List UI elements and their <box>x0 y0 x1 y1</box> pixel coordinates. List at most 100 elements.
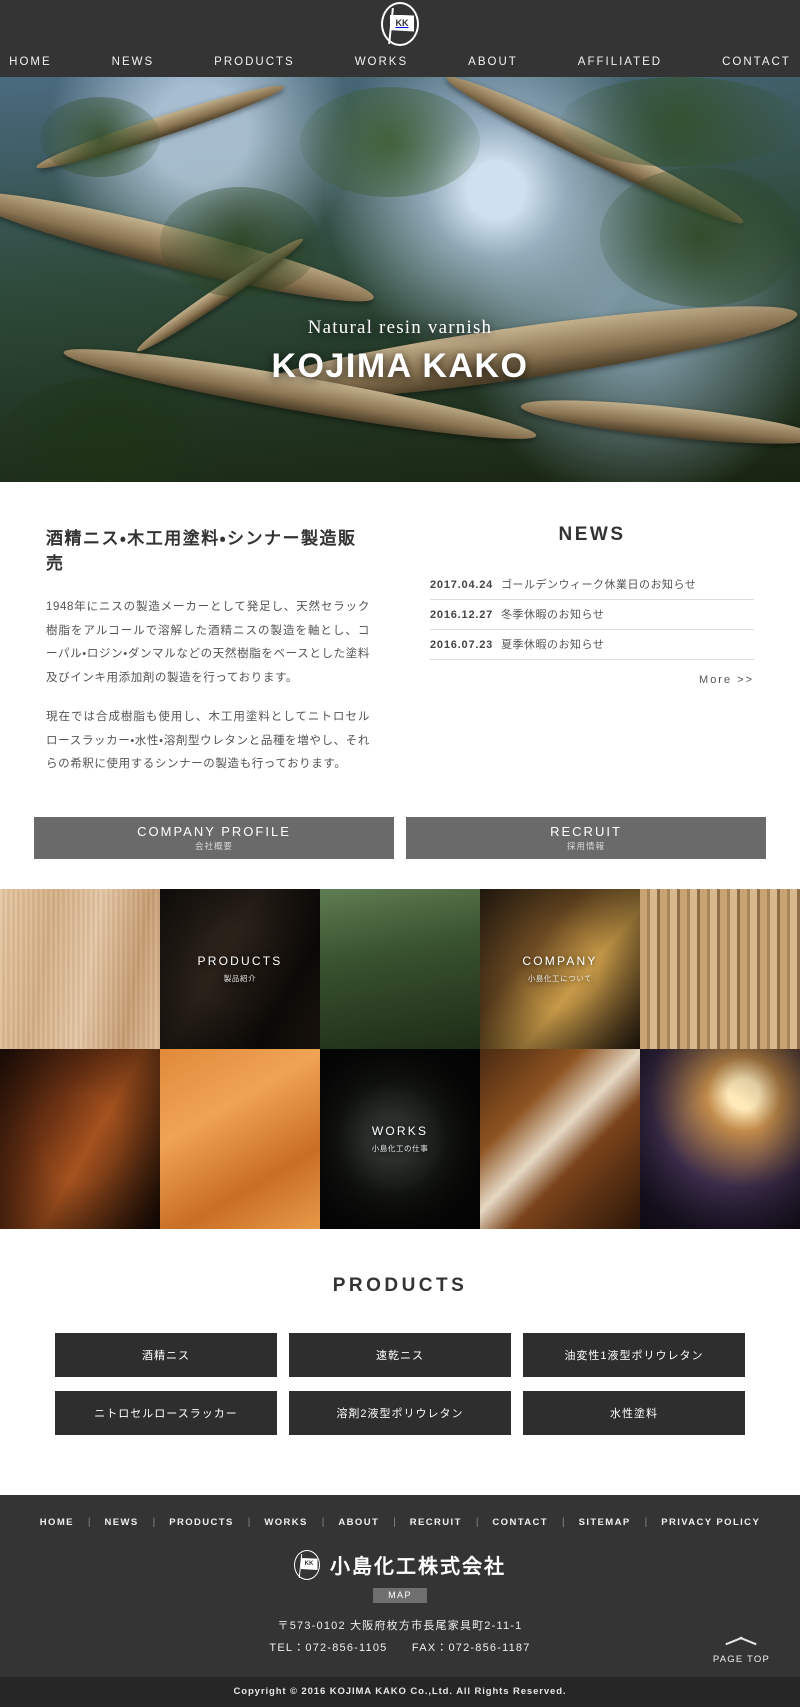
company-profile-label: COMPANY PROFILE <box>137 823 291 839</box>
footer-link-about[interactable]: ABOUT <box>324 1517 393 1528</box>
hero-foliage <box>40 97 160 177</box>
recruit-label: RECRUIT <box>550 823 622 839</box>
tile-curved-wood[interactable] <box>480 1048 640 1229</box>
tile-products[interactable]: PRODUCTS 製品紹介 <box>160 888 320 1049</box>
news-item[interactable]: 2016.12.27 冬季休暇のお知らせ <box>430 600 754 630</box>
news-item-date: 2016.12.27 <box>430 609 494 621</box>
tile-company[interactable]: COMPANY 小島化工について <box>480 888 640 1049</box>
news-heading: NEWS <box>558 524 626 545</box>
tile-caption: WORKS 小島化工の仕事 <box>372 1124 429 1154</box>
company-profile-sublabel: 会社概要 <box>194 840 233 851</box>
tile-caption-title: WORKS <box>371 1123 429 1138</box>
hero-text-block: Natural resin varnish KOJIMA KAKO <box>0 317 800 386</box>
tile-caption: COMPANY 小島化工について <box>522 954 597 984</box>
news-item-title: ゴールデンウィーク休業日のお知らせ <box>501 579 697 591</box>
recruit-button[interactable]: RECRUIT 採用情報 <box>406 816 766 859</box>
photo-tile-grid: PRODUCTS 製品紹介 COMPANY 小島化工について WORKS 小島化… <box>0 888 800 1229</box>
news-column: NEWS 2017.04.24 ゴールデンウィーク休業日のお知らせ 2016.1… <box>400 524 800 793</box>
footer-link-news[interactable]: NEWS <box>91 1517 153 1528</box>
chevron-up-icon <box>722 1633 760 1647</box>
news-item-title: 夏季休暇のお知らせ <box>501 639 605 651</box>
tile-caption-title: PRODUCTS <box>197 953 283 968</box>
product-button-nitrocellulose[interactable]: ニトロセルロースラッカー <box>55 1390 277 1435</box>
page-top-label: PAGE TOP <box>712 1653 770 1665</box>
news-list: 2017.04.24 ゴールデンウィーク休業日のお知らせ 2016.12.27 … <box>430 570 754 660</box>
news-item[interactable]: 2017.04.24 ゴールデンウィーク休業日のお知らせ <box>430 570 754 600</box>
tile-dining-table[interactable] <box>160 1048 320 1229</box>
hero-banner: Natural resin varnish KOJIMA KAKO <box>0 77 800 482</box>
logo-oval-shape: KK <box>381 2 419 46</box>
nav-item-works[interactable]: WORKS <box>325 56 438 68</box>
nav-item-affiliated[interactable]: AFFILIATED <box>548 56 692 68</box>
hero-subtitle: Natural resin varnish <box>307 317 493 338</box>
cta-button-row: COMPANY PROFILE 会社概要 RECRUIT 採用情報 <box>0 816 800 889</box>
footer-link-products[interactable]: PRODUCTS <box>155 1517 248 1528</box>
tile-caption-sub: 製品紹介 <box>223 973 257 983</box>
tile-violins[interactable] <box>0 1048 160 1229</box>
tile-wood-fence[interactable] <box>640 888 800 1049</box>
tile-lamp[interactable] <box>640 1048 800 1229</box>
footer-phone-fax: TEL：072-856-1105 FAX：072-856-1187 <box>269 1641 531 1654</box>
footer-navigation: HOME | NEWS | PRODUCTS | WORKS | ABOUT |… <box>0 1517 800 1528</box>
footer-link-recruit[interactable]: RECRUIT <box>396 1517 476 1528</box>
product-button-shusei-nisu[interactable]: 酒精ニス <box>55 1332 277 1377</box>
page-top-button[interactable]: PAGE TOP <box>713 1633 770 1667</box>
footer-company-name: 小島化工株式会社 <box>330 1556 506 1579</box>
footer-link-works[interactable]: WORKS <box>250 1517 321 1528</box>
footer-logo-flag-icon: KK <box>300 1557 318 1570</box>
nav-item-contact[interactable]: CONTACT <box>692 56 800 68</box>
footer-address: 〒573-0102 大阪府枚方市長尾家具町2-11-1 <box>277 1619 523 1632</box>
footer-address-block: 〒573-0102 大阪府枚方市長尾家具町2-11-1 TEL：072-856-… <box>0 1615 800 1659</box>
products-button-grid: 酒精ニス 速乾ニス 油変性1液型ポリウレタン ニトロセルロースラッカー 溶剤2液… <box>0 1332 800 1435</box>
products-heading: PRODUCTS <box>332 1274 468 1296</box>
map-button[interactable]: MAP <box>373 1587 427 1603</box>
kojima-kako-logo[interactable]: KK <box>378 2 422 46</box>
intro-column: 酒精ニス・木工用塗料・シンナー製造販売 1948年にニスの製造メーカーとして発足… <box>0 524 400 793</box>
main-navigation: HOME NEWS PRODUCTS WORKS ABOUT AFFILIATE… <box>0 47 800 77</box>
page-root: KK HOME NEWS PRODUCTS WORKS ABOUT AFFILI… <box>0 0 800 1707</box>
tile-caption: PRODUCTS 製品紹介 <box>198 954 283 984</box>
hero-foliage <box>560 77 800 167</box>
product-button-sokkan-nisu[interactable]: 速乾ニス <box>289 1332 511 1377</box>
logo-flag-icon: KK <box>390 14 414 32</box>
site-header: KK HOME NEWS PRODUCTS WORKS ABOUT AFFILI… <box>0 0 800 77</box>
hero-foliage <box>600 167 800 307</box>
news-item-date: 2016.07.23 <box>430 639 494 651</box>
hero-foliage <box>300 87 480 197</box>
footer-link-sitemap[interactable]: SITEMAP <box>565 1517 645 1528</box>
products-section: PRODUCTS 酒精ニス 速乾ニス 油変性1液型ポリウレタン ニトロセルロース… <box>0 1228 800 1495</box>
tile-caption-title: COMPANY <box>522 953 598 968</box>
news-item-date: 2017.04.24 <box>430 579 494 591</box>
news-item-title: 冬季休暇のお知らせ <box>501 609 605 621</box>
news-item[interactable]: 2016.07.23 夏季休暇のお知らせ <box>430 630 754 660</box>
hero-foliage <box>160 187 320 297</box>
product-button-1liquid-urethane[interactable]: 油変性1液型ポリウレタン <box>523 1332 745 1377</box>
news-more-link[interactable]: More >> <box>430 674 754 686</box>
footer-link-privacy-policy[interactable]: PRIVACY POLICY <box>647 1517 774 1528</box>
intro-paragraph-2: 現在では合成樹脂も使用し、木工用塗料としてニトロセルロースラッカー・水性・溶剤型… <box>46 711 370 771</box>
product-button-2liquid-urethane[interactable]: 溶剤2液型ポリウレタン <box>289 1390 511 1435</box>
copyright-bar: Copyright © 2016 KOJIMA KAKO Co.,Ltd. Al… <box>0 1676 800 1707</box>
nav-item-products[interactable]: PRODUCTS <box>184 56 325 68</box>
intro-news-section: 酒精ニス・木工用塗料・シンナー製造販売 1948年にニスの製造メーカーとして発足… <box>0 482 800 845</box>
tile-caption-sub: 小島化工の仕事 <box>371 1143 429 1153</box>
hero-background-image <box>0 77 800 482</box>
intro-paragraph-1: 1948年にニスの製造メーカーとして発足し、天然セラック樹脂をアルコールで溶解し… <box>46 601 370 684</box>
hero-title: KOJIMA KAKO <box>271 347 529 385</box>
company-profile-button[interactable]: COMPANY PROFILE 会社概要 <box>34 816 394 859</box>
footer-logo-icon: KK <box>294 1549 320 1580</box>
footer-link-contact[interactable]: CONTACT <box>478 1517 562 1528</box>
site-footer: HOME | NEWS | PRODUCTS | WORKS | ABOUT |… <box>0 1494 800 1707</box>
tile-wood-plank[interactable] <box>0 888 160 1049</box>
nav-item-home[interactable]: HOME <box>0 56 82 68</box>
tile-caption-sub: 小島化工について <box>527 973 593 983</box>
footer-link-home[interactable]: HOME <box>26 1517 88 1528</box>
intro-heading: 酒精ニス・木工用塗料・シンナー製造販売 <box>46 529 357 573</box>
nav-item-about[interactable]: ABOUT <box>438 56 548 68</box>
recruit-sublabel: 採用情報 <box>566 840 605 851</box>
footer-brand: KK 小島化工株式会社 <box>0 1549 800 1580</box>
nav-item-news[interactable]: NEWS <box>82 56 185 68</box>
tile-banyan-tree[interactable] <box>320 888 480 1049</box>
product-button-waterborne-paint[interactable]: 水性塗料 <box>523 1390 745 1435</box>
tile-works[interactable]: WORKS 小島化工の仕事 <box>320 1048 480 1229</box>
